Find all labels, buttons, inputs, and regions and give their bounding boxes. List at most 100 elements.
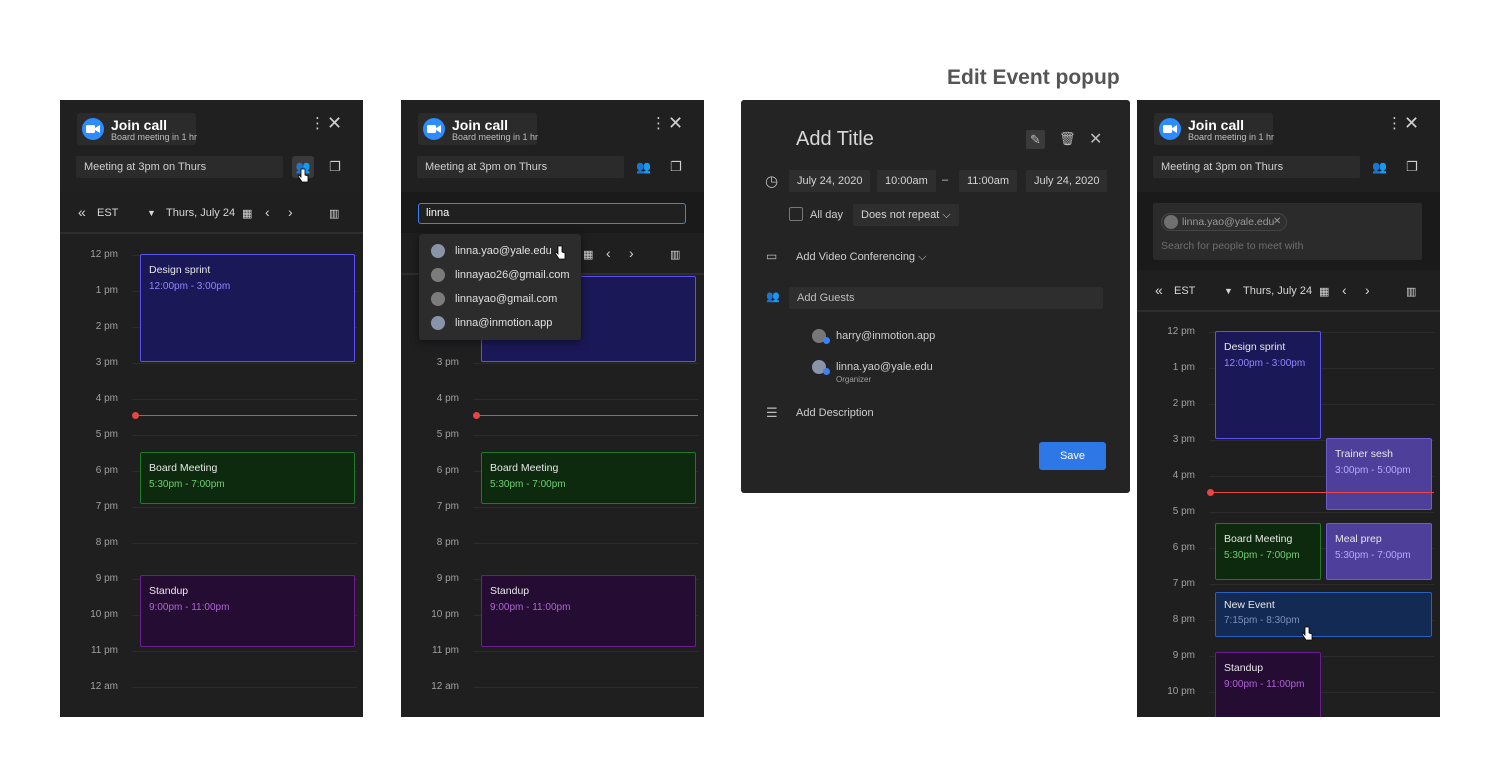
join-call-title: Join call	[1188, 117, 1245, 133]
add-guests-input[interactable]: Add Guests	[789, 287, 1103, 309]
join-call-title: Join call	[111, 117, 168, 133]
event-standup[interactable]: Standup 9:00pm - 11:00pm	[140, 575, 355, 647]
join-call-button[interactable]: Join call Board meeting in 1 hr	[418, 113, 538, 145]
people-search-input[interactable]: linna	[418, 203, 686, 224]
hour-label: 9 pm	[436, 573, 459, 584]
end-date-field[interactable]: July 24, 2020	[1026, 170, 1108, 192]
end-time-field[interactable]: 11:00am	[959, 170, 1017, 192]
calendar-icon[interactable]: ▦	[242, 207, 252, 220]
event-design-sprint[interactable]: Design sprint 12:00pm - 3:00pm	[140, 254, 355, 362]
hour-label: 7 pm	[95, 501, 118, 512]
view-toggle-icon[interactable]: ▥	[329, 207, 339, 220]
edit-icon[interactable]: ✎	[1026, 130, 1045, 149]
event-time: 9:00pm - 11:00pm	[149, 602, 230, 613]
add-video-conferencing[interactable]: Add Video Conferencing ⌵	[796, 251, 926, 264]
copy-icon[interactable]: ❐	[329, 159, 341, 175]
edit-event-heading: Edit Event popup	[947, 66, 1120, 89]
meeting-text-field[interactable]: Meeting at 3pm on Thurs	[1153, 156, 1360, 178]
people-icon[interactable]: 👥	[1372, 159, 1387, 175]
dropdown-icon[interactable]: ▼	[147, 208, 156, 218]
delete-icon[interactable]: 🗑	[1059, 131, 1076, 147]
guest-chip[interactable]: linna.yao@yale.edu ✕	[1161, 213, 1287, 231]
date-label[interactable]: Thurs, July 24	[166, 207, 235, 219]
video-icon: ▭	[766, 249, 778, 263]
close-icon[interactable]: ✕	[1404, 114, 1419, 132]
calendar-toolbar: « EST ▼ Thurs, July 24 ▦ ‹ › ▥	[60, 192, 363, 234]
people-icon[interactable]: 👥	[636, 159, 651, 175]
event-title-input[interactable]: Add Title	[796, 128, 874, 151]
next-day-icon[interactable]: ›	[629, 245, 634, 261]
hour-label: 3 pm	[436, 357, 459, 368]
hour-label: 10 pm	[90, 609, 118, 620]
avatar	[431, 268, 445, 282]
close-icon[interactable]: ✕	[668, 114, 683, 132]
hour-label: 2 pm	[95, 321, 118, 332]
guest-search-box[interactable]: linna.yao@yale.edu ✕ Search for people t…	[1153, 203, 1422, 260]
event-name: Board Meeting	[1224, 533, 1293, 545]
prev-day-icon[interactable]: ‹	[1342, 282, 1347, 298]
next-day-icon[interactable]: ›	[288, 204, 293, 220]
collapse-icon[interactable]: «	[1155, 282, 1163, 298]
date-label[interactable]: Thurs, July 24	[1243, 285, 1312, 297]
event-board-meeting[interactable]: Board Meeting 5:30pm - 7:00pm	[140, 452, 355, 504]
view-toggle-icon[interactable]: ▥	[1406, 285, 1416, 298]
all-day-checkbox[interactable]	[789, 207, 803, 221]
meeting-text-field[interactable]: Meeting at 3pm on Thurs	[76, 156, 283, 178]
event-name: Standup	[490, 585, 530, 597]
current-time-line	[473, 412, 698, 419]
copy-icon[interactable]: ❐	[1406, 159, 1418, 175]
calendar-panel-4: Join call Board meeting in 1 hr ⋮ ✕ Meet…	[1137, 100, 1440, 717]
join-call-subtitle: Board meeting in 1 hr	[111, 132, 198, 142]
event-time: 7:15pm - 8:30pm	[1224, 615, 1300, 626]
hour-label: 10 pm	[431, 609, 459, 620]
save-button[interactable]: Save	[1039, 442, 1106, 470]
timezone-label[interactable]: EST	[97, 207, 118, 219]
event-standup[interactable]: Standup 9:00pm - 11:00pm	[481, 575, 696, 647]
close-icon[interactable]: ✕	[1089, 129, 1102, 149]
event-design-sprint[interactable]: Design sprint 12:00pm - 3:00pm	[1215, 331, 1321, 439]
timezone-label[interactable]: EST	[1174, 285, 1195, 297]
hour-label: 8 pm	[1172, 614, 1195, 625]
hour-label: 7 pm	[436, 501, 459, 512]
view-toggle-icon[interactable]: ▥	[670, 248, 680, 261]
next-day-icon[interactable]: ›	[1365, 282, 1370, 298]
hour-label: 4 pm	[436, 393, 459, 404]
hour-label: 4 pm	[95, 393, 118, 404]
event-trainer-sesh[interactable]: Trainer sesh 3:00pm - 5:00pm	[1326, 438, 1432, 510]
event-board-meeting[interactable]: Board Meeting 5:30pm - 7:00pm	[1215, 523, 1321, 580]
copy-icon[interactable]: ❐	[670, 159, 682, 175]
calendar-icon[interactable]: ▦	[583, 248, 593, 261]
event-board-meeting[interactable]: Board Meeting 5:30pm - 7:00pm	[481, 452, 696, 504]
panel-header: Join call Board meeting in 1 hr ⋮ ✕ Meet…	[1137, 100, 1440, 192]
prev-day-icon[interactable]: ‹	[265, 204, 270, 220]
event-meal-prep[interactable]: Meal prep 5:30pm - 7:00pm	[1326, 523, 1432, 580]
event-name: Standup	[1224, 662, 1264, 674]
repeat-select[interactable]: Does not repeat ⌵	[853, 204, 959, 226]
join-call-button[interactable]: Join call Board meeting in 1 hr	[1154, 113, 1274, 145]
calendar-icon[interactable]: ▦	[1319, 285, 1329, 298]
add-description[interactable]: Add Description	[796, 407, 874, 419]
start-time-field[interactable]: 10:00am	[877, 170, 936, 192]
more-options-icon[interactable]: ⋮	[1387, 116, 1402, 132]
zoom-icon	[423, 118, 445, 140]
event-time: 3:00pm - 5:00pm	[1335, 465, 1411, 476]
more-options-icon[interactable]: ⋮	[651, 116, 666, 132]
start-date-field[interactable]: July 24, 2020	[789, 170, 871, 192]
dropdown-icon[interactable]: ▼	[1224, 286, 1233, 296]
collapse-icon[interactable]: «	[78, 204, 86, 220]
prev-day-icon[interactable]: ‹	[606, 245, 611, 261]
more-options-icon[interactable]: ⋮	[310, 116, 325, 132]
remove-chip-icon[interactable]: ✕	[1273, 216, 1281, 227]
event-new-event[interactable]: New Event 7:15pm - 8:30pm	[1215, 592, 1432, 637]
event-time: 9:00pm - 11:00pm	[1224, 679, 1305, 690]
event-standup[interactable]: Standup 9:00pm - 11:00pm	[1215, 652, 1321, 717]
close-icon[interactable]: ✕	[327, 114, 342, 132]
avatar	[431, 316, 445, 330]
description-icon: ☰	[766, 405, 778, 420]
event-name: New Event	[1224, 599, 1275, 611]
hour-label: 9 pm	[95, 573, 118, 584]
join-call-button[interactable]: Join call Board meeting in 1 hr	[77, 113, 198, 145]
meeting-text-field[interactable]: Meeting at 3pm on Thurs	[417, 156, 624, 178]
hour-label: 11 pm	[431, 645, 459, 656]
hand-cursor-icon	[297, 168, 309, 183]
